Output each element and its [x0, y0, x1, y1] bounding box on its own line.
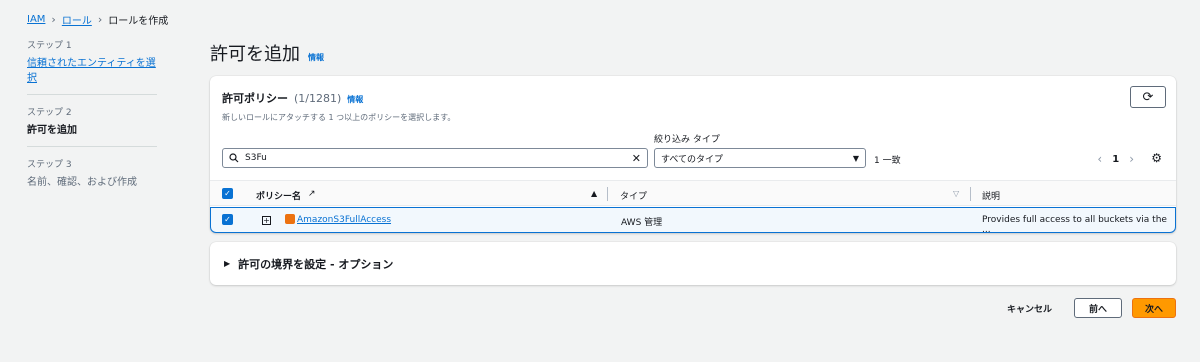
refresh-button[interactable]: ⟳	[1130, 86, 1166, 108]
next-button[interactable]: 次へ	[1131, 298, 1176, 318]
column-header-description: 説明	[982, 192, 1001, 202]
previous-page-icon[interactable]: ‹	[1097, 152, 1102, 166]
aws-managed-policy-icon	[285, 214, 295, 224]
caret-right-icon: ▶	[224, 259, 231, 268]
step-number: ステップ 3	[27, 160, 72, 170]
table-header: ✓ ポリシー名 ↗ ▲ タイプ ▽ 説明	[210, 180, 1176, 206]
breadcrumb-current: ロールを作成	[108, 16, 169, 27]
panel-title-row: 許可ポリシー (1/1281) 情報	[222, 90, 455, 106]
sort-ascending-icon[interactable]: ▲	[591, 189, 597, 198]
select-all-checkbox[interactable]: ✓	[222, 188, 233, 199]
sort-neutral-icon[interactable]: ▽	[953, 189, 959, 198]
pagination: ‹ 1 ›	[1097, 152, 1134, 166]
expand-icon[interactable]: +	[262, 216, 271, 225]
column-header-type[interactable]: タイプ	[620, 189, 647, 202]
panel-description: 新しいロールにアタッチする 1 つ以上のポリシーを選択します。	[222, 113, 456, 122]
search-input[interactable]: S3Fu ✕	[222, 148, 648, 168]
search-value: S3Fu	[245, 153, 267, 163]
external-link-icon: ↗	[308, 189, 316, 199]
breadcrumb-roles-link[interactable]: ロール	[62, 12, 92, 27]
permissions-boundary-section[interactable]: ▶ 許可の境界を設定 - オプション	[210, 242, 1176, 285]
row-checkbox[interactable]: ✓	[222, 214, 233, 225]
policy-count: (1/1281)	[294, 92, 342, 105]
policy-name-link[interactable]: AmazonS3FullAccess	[297, 215, 391, 225]
settings-gear-icon[interactable]: ⚙	[1151, 151, 1162, 165]
step-1: ステップ 1 信頼されたエンティティを選択	[27, 38, 157, 95]
wizard-steps: ステップ 1 信頼されたエンティティを選択 ステップ 2 許可を追加 ステップ …	[27, 38, 157, 208]
page-header: 許可を追加 情報	[210, 40, 324, 66]
page-title: 許可を追加	[210, 44, 300, 65]
page-info-link[interactable]: 情報	[308, 52, 324, 63]
type-filter-value: すべてのタイプ	[661, 154, 724, 165]
current-page[interactable]: 1	[1112, 154, 1119, 165]
previous-button[interactable]: 前へ	[1073, 298, 1122, 318]
column-header-name[interactable]: ポリシー名	[256, 189, 301, 202]
next-page-icon[interactable]: ›	[1129, 152, 1134, 166]
type-filter-select[interactable]: すべてのタイプ ▼	[654, 148, 866, 168]
step-2-label: 許可を追加	[27, 125, 77, 136]
step-2: ステップ 2 許可を追加	[27, 105, 157, 147]
step-3-label: 名前、確認、および作成	[27, 177, 137, 188]
filter-type-label: 絞り込み タイプ	[654, 135, 720, 145]
search-icon	[229, 153, 239, 163]
step-3: ステップ 3 名前、確認、および作成	[27, 157, 157, 198]
breadcrumb-iam-link[interactable]: IAM	[27, 14, 45, 25]
column-divider[interactable]	[607, 187, 608, 201]
breadcrumb-separator-icon: ›	[51, 13, 56, 26]
match-count: 1 一致	[874, 156, 901, 166]
breadcrumb: IAM › ロール › ロールを作成	[27, 12, 168, 27]
cancel-button[interactable]: キャンセル	[995, 302, 1064, 315]
breadcrumb-separator-icon: ›	[97, 13, 103, 26]
step-1-link[interactable]: 信頼されたエンティティを選択	[27, 54, 157, 84]
permission-policies-panel: 許可ポリシー (1/1281) 情報 新しいロールにアタッチする 1 つ以上のポ…	[210, 76, 1176, 235]
column-divider[interactable]	[970, 187, 971, 201]
table-row[interactable]: ✓ + AmazonS3FullAccess AWS 管理 Provides f…	[210, 207, 1176, 235]
refresh-icon: ⟳	[1142, 89, 1154, 105]
clear-icon[interactable]: ✕	[632, 152, 641, 165]
panel-title: 許可ポリシー	[222, 92, 288, 105]
step-number: ステップ 2	[27, 108, 72, 118]
permissions-boundary-label: 許可の境界を設定 - オプション	[238, 257, 394, 271]
caret-down-icon: ▼	[852, 153, 859, 163]
policy-description: Provides full access to all buckets via …	[982, 215, 1167, 235]
panel-info-link[interactable]: 情報	[347, 94, 363, 105]
step-number: ステップ 1	[27, 41, 72, 51]
panel-header: 許可ポリシー (1/1281) 情報 新しいロールにアタッチする 1 つ以上のポ…	[222, 90, 455, 123]
policy-type: AWS 管理	[621, 218, 663, 228]
wizard-footer: キャンセル 前へ 次へ	[995, 298, 1176, 318]
